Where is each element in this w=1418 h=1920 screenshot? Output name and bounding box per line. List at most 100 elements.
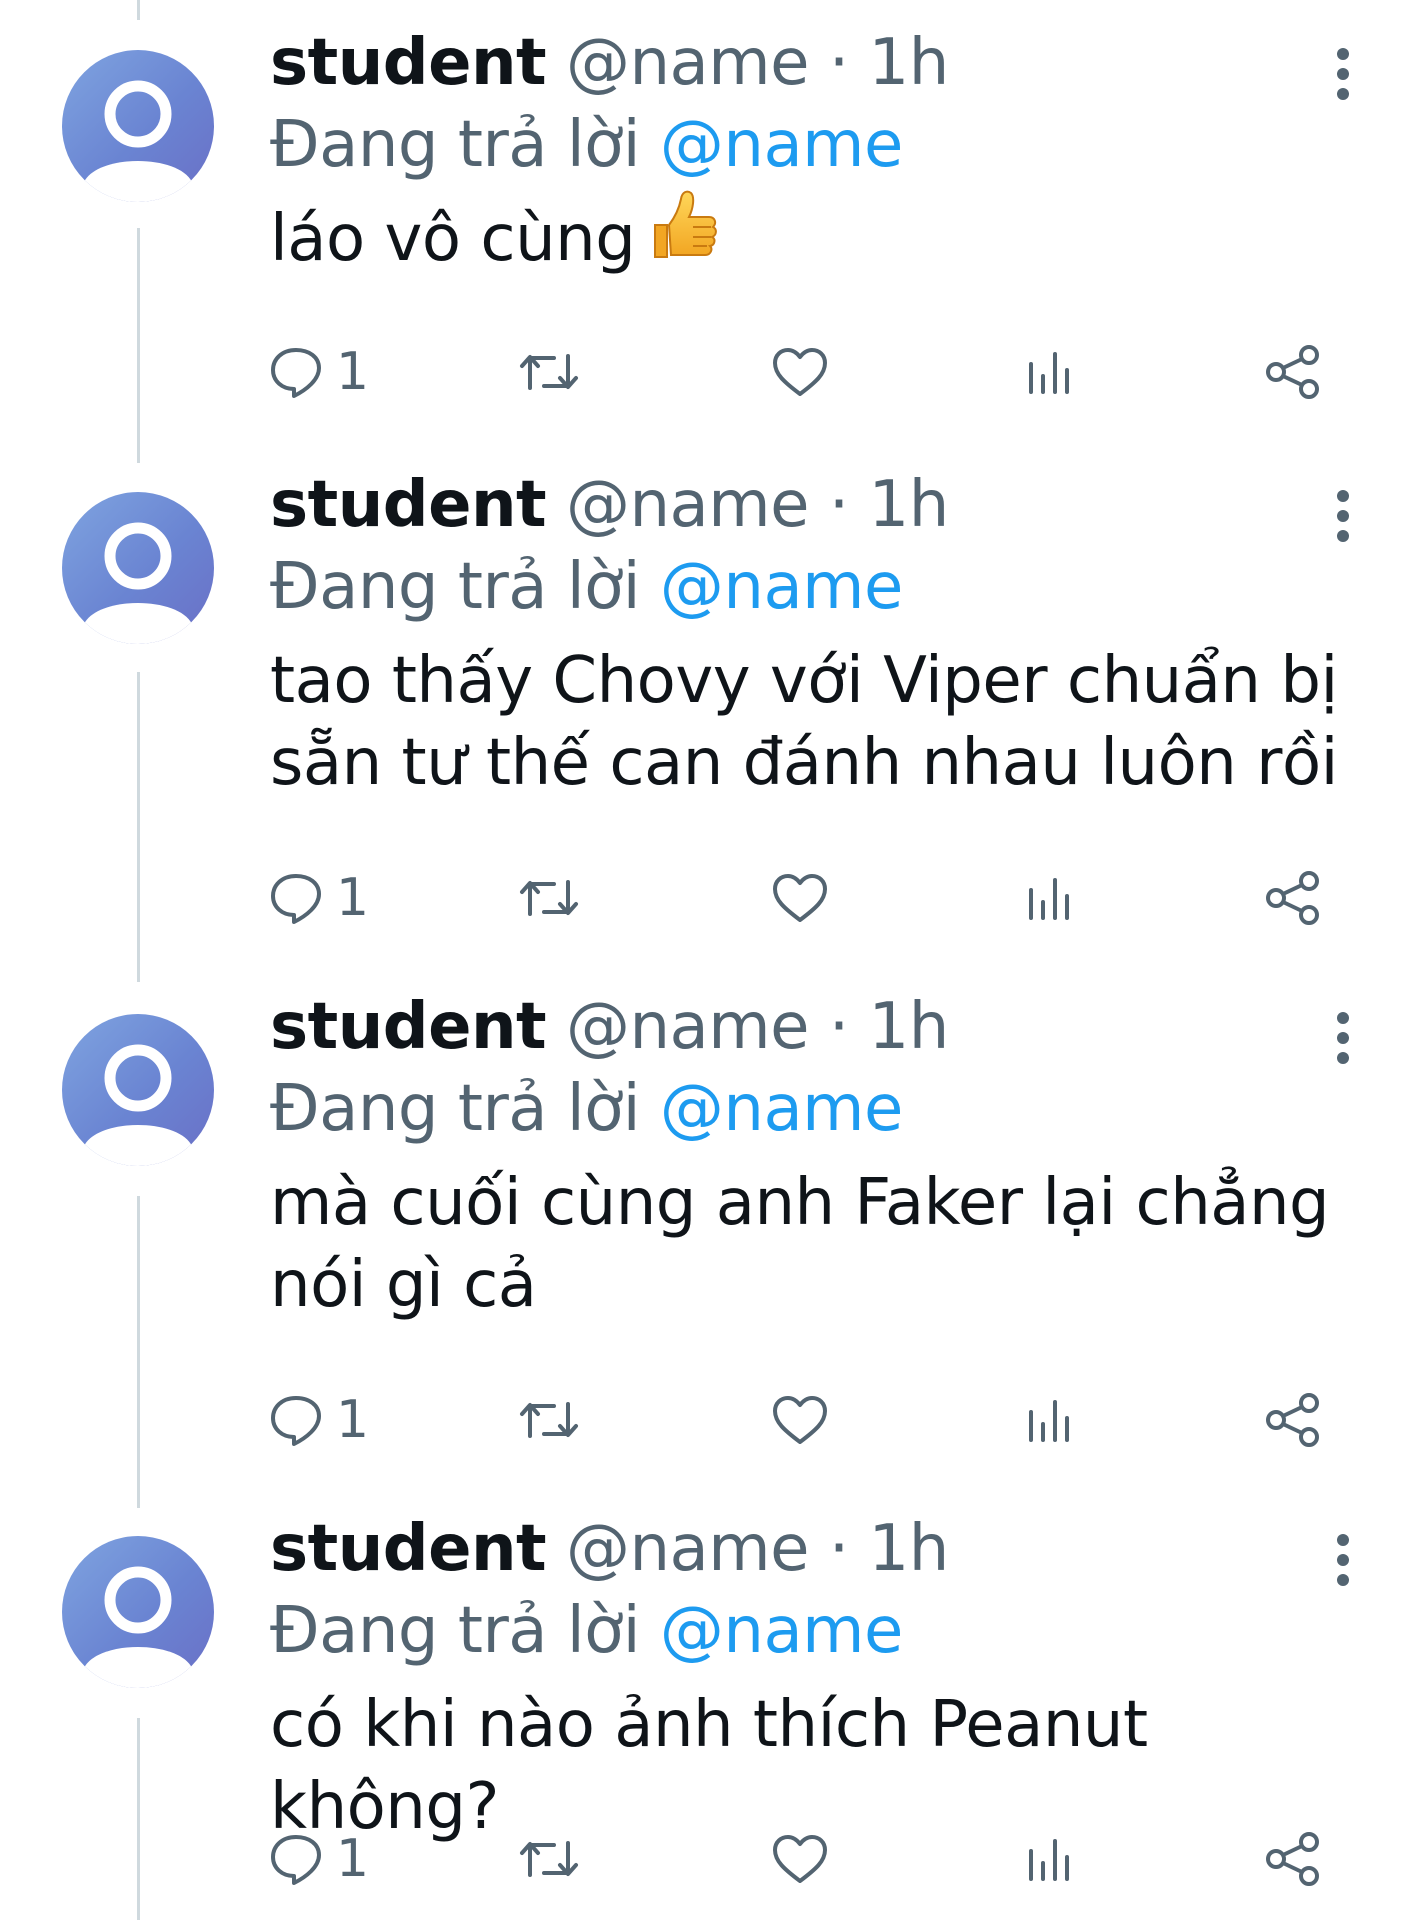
views-bars-icon [1029, 1839, 1069, 1881]
avatar[interactable] [62, 50, 214, 202]
tweet-actions: 1 [268, 1824, 1338, 1894]
timestamp[interactable]: 1h [869, 1512, 950, 1586]
share-icon [1266, 1393, 1319, 1447]
reply-button[interactable]: 1 [268, 1824, 369, 1894]
separator-dot: · [828, 990, 849, 1064]
views-bars-icon [1029, 1400, 1069, 1442]
default-avatar-icon [84, 522, 192, 644]
tweet[interactable]: student @name · 1h Đang trả lời @name có… [0, 1486, 1418, 1920]
reply-button[interactable]: 1 [268, 863, 369, 933]
separator-dot: · [828, 468, 849, 542]
separator-dot: · [828, 1512, 849, 1586]
more-vertical-icon[interactable] [1328, 486, 1358, 546]
handle[interactable]: @name [566, 26, 810, 100]
timestamp[interactable]: 1h [869, 26, 950, 100]
tweet-text-line: nói gì cả [270, 1248, 537, 1322]
reply-button[interactable]: 1 [268, 1385, 369, 1455]
retweet-button[interactable] [518, 863, 580, 933]
tweet-text: láo vô cùng [270, 191, 1360, 283]
reply-prefix: Đang trả lời [270, 108, 641, 182]
reply-mention-link[interactable]: @name [660, 1072, 904, 1146]
tweet-content: student @name · 1h Đang trả lời @name có… [270, 1508, 1360, 1848]
retweet-icon [520, 1402, 578, 1438]
reply-bubble-icon [271, 874, 321, 924]
tweet-content: student @name · 1h Đang trả lời @name ta… [270, 464, 1360, 804]
views-button[interactable] [1024, 1385, 1074, 1455]
share-button[interactable] [1263, 337, 1323, 407]
share-button[interactable] [1263, 1385, 1323, 1455]
reply-context: Đang trả lời @name [270, 546, 1360, 628]
avatar[interactable] [62, 1536, 214, 1688]
share-button[interactable] [1263, 1824, 1323, 1894]
more-vertical-icon[interactable] [1328, 1008, 1358, 1068]
reply-mention-link[interactable]: @name [660, 550, 904, 624]
reply-bubble-icon [271, 348, 321, 398]
reply-button[interactable]: 1 [268, 337, 369, 407]
reply-prefix: Đang trả lời [270, 1072, 641, 1146]
tweet[interactable]: student @name · 1h Đang trả lời @name ta… [0, 442, 1418, 962]
share-icon [1266, 871, 1319, 925]
display-name[interactable]: student [270, 26, 547, 100]
tweet-actions: 1 [268, 337, 1338, 407]
views-bars-icon [1029, 878, 1069, 920]
handle[interactable]: @name [566, 468, 810, 542]
tweet-header: student @name · 1h [270, 1508, 1360, 1590]
share-button[interactable] [1263, 863, 1323, 933]
heart-icon [773, 1835, 827, 1883]
views-bars-icon [1029, 352, 1069, 394]
display-name[interactable]: student [270, 1512, 547, 1586]
default-avatar-icon [84, 80, 192, 202]
reply-bubble-icon [271, 1396, 321, 1446]
retweet-icon [520, 880, 578, 916]
tweet-text-line: láo vô cùng [270, 202, 636, 276]
thumbs-up-icon [649, 187, 721, 283]
separator-dot: · [828, 26, 849, 100]
reply-prefix: Đang trả lời [270, 1594, 641, 1668]
reply-bubble-icon [271, 1835, 321, 1885]
timestamp[interactable]: 1h [869, 990, 950, 1064]
tweet-content: student @name · 1h Đang trả lời @name mà… [270, 986, 1360, 1326]
display-name[interactable]: student [270, 990, 547, 1064]
avatar[interactable] [62, 492, 214, 644]
retweet-button[interactable] [518, 1824, 580, 1894]
like-button[interactable] [770, 1824, 830, 1894]
share-icon [1266, 345, 1319, 399]
reply-mention-link[interactable]: @name [660, 108, 904, 182]
display-name[interactable]: student [270, 468, 547, 542]
more-vertical-icon[interactable] [1328, 1530, 1358, 1590]
reply-context: Đang trả lời @name [270, 104, 1360, 186]
like-button[interactable] [770, 863, 830, 933]
handle[interactable]: @name [566, 1512, 810, 1586]
retweet-button[interactable] [518, 337, 580, 407]
default-avatar-icon [84, 1566, 192, 1688]
reply-context: Đang trả lời @name [270, 1590, 1360, 1672]
heart-icon [773, 1396, 827, 1444]
views-button[interactable] [1024, 863, 1074, 933]
reply-prefix: Đang trả lời [270, 550, 641, 624]
views-button[interactable] [1024, 1824, 1074, 1894]
tweet-text-line: sẵn tư thế can đánh nhau luôn rồi [270, 726, 1338, 800]
retweet-button[interactable] [518, 1385, 580, 1455]
tweet-text: tao thấy Chovy với Viper chuẩn bị sẵn tư… [270, 640, 1360, 804]
reply-count: 1 [336, 342, 370, 402]
timestamp[interactable]: 1h [869, 468, 950, 542]
tweet-actions: 1 [268, 1385, 1338, 1455]
tweet-content: student @name · 1h Đang trả lời @name lá… [270, 22, 1360, 283]
tweet[interactable]: student @name · 1h Đang trả lời @name lá… [0, 0, 1418, 440]
like-button[interactable] [770, 337, 830, 407]
like-button[interactable] [770, 1385, 830, 1455]
reply-mention-link[interactable]: @name [660, 1594, 904, 1668]
tweet[interactable]: student @name · 1h Đang trả lời @name mà… [0, 964, 1418, 1484]
reply-count: 1 [336, 1390, 370, 1450]
avatar[interactable] [62, 1014, 214, 1166]
tweet-text-line: tao thấy Chovy với Viper chuẩn bị [270, 644, 1338, 718]
tweet-header: student @name · 1h [270, 464, 1360, 546]
views-button[interactable] [1024, 337, 1074, 407]
tweet-header: student @name · 1h [270, 986, 1360, 1068]
more-vertical-icon[interactable] [1328, 44, 1358, 104]
handle[interactable]: @name [566, 990, 810, 1064]
reply-context: Đang trả lời @name [270, 1068, 1360, 1150]
tweet-text-line: mà cuối cùng anh Faker lại chẳng [270, 1166, 1330, 1240]
tweet-text: mà cuối cùng anh Faker lại chẳng nói gì … [270, 1162, 1360, 1326]
retweet-icon [520, 354, 578, 390]
